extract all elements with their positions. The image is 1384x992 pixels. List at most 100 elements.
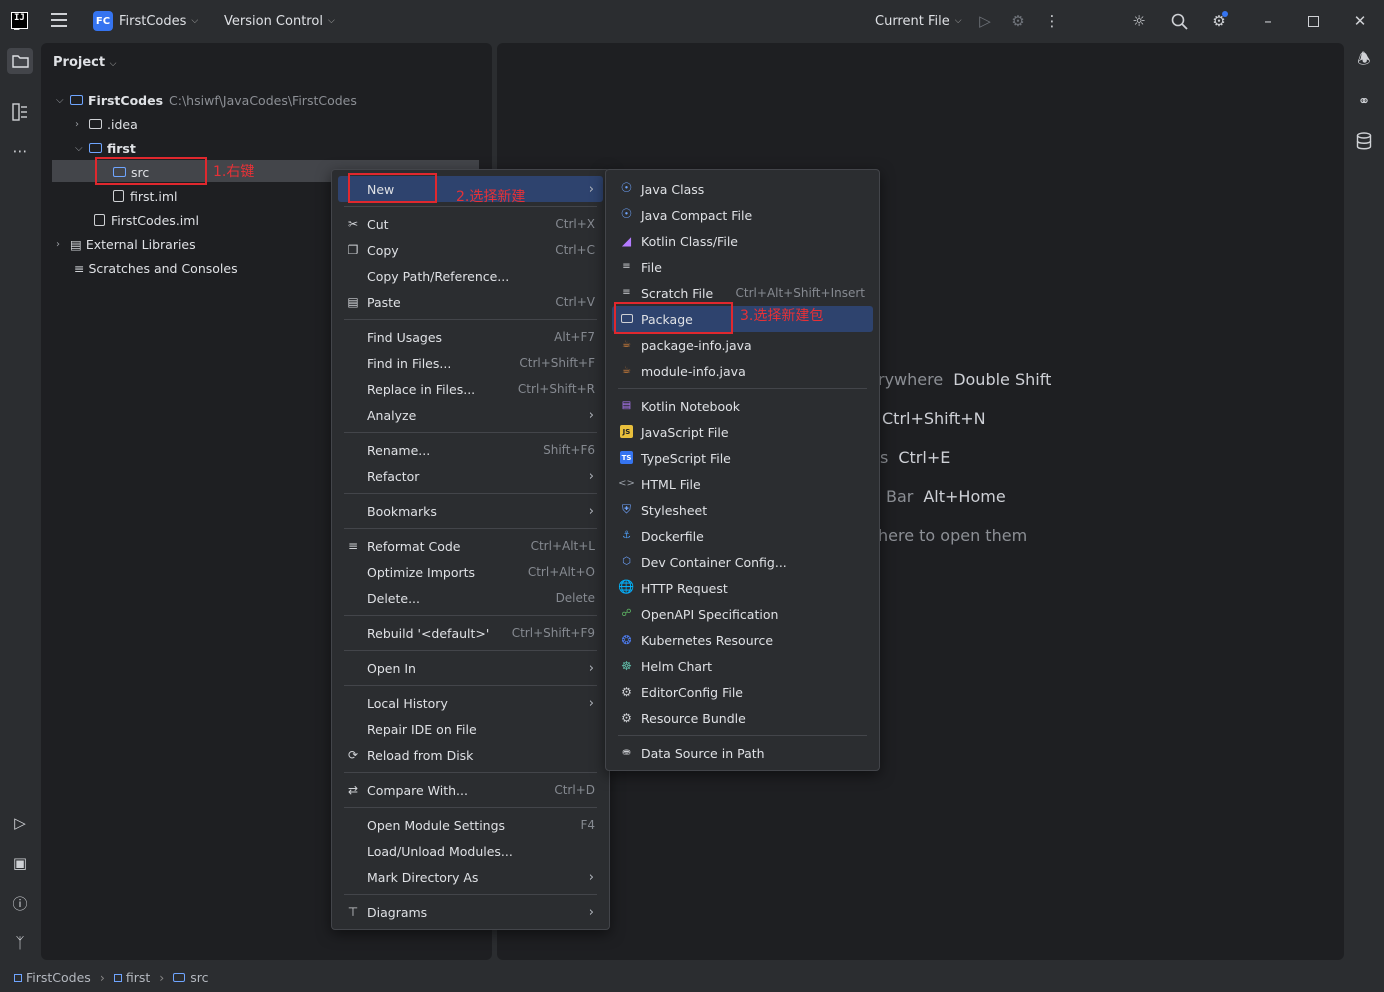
hint-recent-files: s Ctrl+E (880, 448, 951, 467)
structure-tool-icon[interactable] (7, 99, 33, 125)
menu-item-load-unload-modules[interactable]: Load/Unload Modules... (338, 838, 603, 864)
submenu-item-editorconfig[interactable]: ⚙ EditorConfig File (612, 679, 873, 705)
problems-icon[interactable]: ⓘ (7, 890, 33, 916)
maximize-window-icon[interactable] (1303, 11, 1323, 31)
menu-item-optimize-imports[interactable]: Optimize Imports Ctrl+Alt+O (338, 559, 603, 585)
typescript-icon: TS (619, 450, 634, 465)
submenu-item-kotlin-class[interactable]: ◢ Kotlin Class/File (612, 228, 873, 254)
breadcrumb-first[interactable]: first (126, 970, 150, 985)
chevron-right-icon: › (99, 970, 105, 985)
minimize-window-icon[interactable]: – (1258, 11, 1278, 31)
menu-item-refactor[interactable]: Refactor › (338, 463, 603, 489)
submenu-item-dev-container[interactable]: ⬡ Dev Container Config... (612, 549, 873, 575)
chevron-right-icon[interactable]: › (56, 239, 70, 250)
tree-node-firstcodes-iml[interactable]: FirstCodes.iml (94, 209, 199, 231)
intellij-logo-icon[interactable]: IJ _ (11, 12, 28, 31)
tree-label: Scratches and Consoles (88, 260, 238, 276)
chevron-right-icon: › (588, 407, 594, 423)
submenu-item-helm-chart[interactable]: ☸ Helm Chart (612, 653, 873, 679)
submenu-item-package-info[interactable]: ☕ package-info.java (612, 332, 873, 358)
tree-label: first.iml (130, 188, 178, 204)
menu-item-replace-in-files[interactable]: Replace in Files... Ctrl+Shift+R (338, 376, 603, 402)
search-icon[interactable] (1169, 11, 1189, 31)
tree-node-first-iml[interactable]: first.iml (113, 185, 178, 207)
ai-assistant-icon[interactable]: ☼ (1129, 11, 1149, 31)
menu-item-cut[interactable]: ✂ Cut Ctrl+X (338, 211, 603, 237)
chevron-right-icon[interactable]: › (75, 119, 89, 130)
notifications-bell-icon[interactable]: 🕭 (1352, 49, 1376, 73)
breadcrumb-firstcodes[interactable]: FirstCodes (26, 970, 91, 985)
tree-node-scratches[interactable]: ≡ Scratches and Consoles (74, 257, 238, 279)
database-icon[interactable] (1352, 129, 1376, 153)
menu-item-rename[interactable]: Rename... Shift+F6 (338, 437, 603, 463)
menu-item-find-in-files[interactable]: Find in Files... Ctrl+Shift+F (338, 350, 603, 376)
menu-item-mark-directory-as[interactable]: Mark Directory As › (338, 864, 603, 890)
main-menu-icon[interactable] (51, 13, 67, 27)
submenu-item-java-compact-file[interactable]: ☉ Java Compact File (612, 202, 873, 228)
annotation-step1: 1.右键 (213, 164, 255, 180)
context-menu: New › ✂ Cut Ctrl+X ❐ Copy Ctrl+C Copy Path/Re… (331, 169, 610, 930)
submenu-item-stylesheet[interactable]: ⛨ Stylesheet (612, 497, 873, 523)
chevron-down-icon[interactable]: ⌵ (75, 143, 89, 154)
menu-item-paste[interactable]: ▤ Paste Ctrl+V (338, 289, 603, 315)
menu-item-diagrams[interactable]: ⊤ Diagrams › (338, 899, 603, 925)
kotlin-icon: ◢ (621, 233, 632, 248)
tree-node-first[interactable]: ⌵ first (75, 137, 136, 159)
submenu-item-kubernetes[interactable]: ❂ Kubernetes Resource (612, 627, 873, 653)
vcs-widget[interactable]: Version Control ⌵ (224, 0, 335, 42)
submenu-item-openapi[interactable]: ☍ OpenAPI Specification (612, 601, 873, 627)
terminal-icon[interactable]: ▣ (7, 850, 33, 876)
submenu-item-data-source-in-path[interactable]: ⛂ Data Source in Path (612, 740, 873, 766)
chevron-right-icon: › (588, 869, 594, 885)
git-branch-icon[interactable]: ᛉ (7, 930, 33, 956)
tree-node-firstcodes[interactable]: ⌵ FirstCodes C:\hsiwf\JavaCodes\FirstCod… (56, 89, 357, 111)
menu-item-local-history[interactable]: Local History › (338, 690, 603, 716)
tree-node-external-libraries[interactable]: › ▤ External Libraries (56, 233, 196, 255)
menu-item-copy[interactable]: ❐ Copy Ctrl+C (338, 237, 603, 263)
more-actions-icon[interactable]: ⋮ (1042, 11, 1062, 31)
diagram-icon: ⊤ (347, 905, 359, 919)
tree-node-idea[interactable]: › .idea (75, 113, 138, 135)
scratches-icon: ≡ (74, 260, 85, 276)
menu-item-copy-path[interactable]: Copy Path/Reference... (338, 263, 603, 289)
submenu-item-kotlin-notebook[interactable]: ▤ Kotlin Notebook (612, 393, 873, 419)
submenu-item-resource-bundle[interactable]: ⚙ Resource Bundle (612, 705, 873, 731)
helm-icon: ☸ (621, 658, 632, 673)
menu-item-open-in[interactable]: Open In › (338, 655, 603, 681)
menu-item-delete[interactable]: Delete... Delete (338, 585, 603, 611)
more-tools-icon[interactable]: ⋯ (7, 138, 33, 164)
debug-icon[interactable]: ⚙ (1008, 11, 1028, 31)
submenu-item-typescript-file[interactable]: TS TypeScript File (612, 445, 873, 471)
submenu-item-html-file[interactable]: <> HTML File (612, 471, 873, 497)
submenu-item-java-class[interactable]: ☉ Java Class (612, 176, 873, 202)
submenu-item-dockerfile[interactable]: ⚓ Dockerfile (612, 523, 873, 549)
run-icon[interactable]: ▷ (975, 11, 995, 31)
submenu-item-file[interactable]: ≡ File (612, 254, 873, 280)
project-panel-title[interactable]: Project ⌵ (53, 55, 116, 70)
close-window-icon[interactable]: ✕ (1350, 11, 1370, 31)
openapi-icon: ☍ (621, 608, 632, 619)
submenu-item-module-info[interactable]: ☕ module-info.java (612, 358, 873, 384)
menu-item-find-usages[interactable]: Find Usages Alt+F7 (338, 324, 603, 350)
menu-item-reload-from-disk[interactable]: ⟳ Reload from Disk (338, 742, 603, 768)
tree-label: .idea (107, 116, 138, 132)
menu-item-compare-with[interactable]: ⇄ Compare With... Ctrl+D (338, 777, 603, 803)
menu-item-analyze[interactable]: Analyze › (338, 402, 603, 428)
submenu-item-javascript-file[interactable]: JS JavaScript File (612, 419, 873, 445)
project-switcher[interactable]: FC FirstCodes ⌵ (93, 0, 198, 42)
submenu-item-http-request[interactable]: 🌐 HTTP Request (612, 575, 873, 601)
menu-item-bookmarks[interactable]: Bookmarks › (338, 498, 603, 524)
run-config-selector[interactable]: Current File ⌵ (875, 0, 962, 42)
menu-item-repair-ide[interactable]: Repair IDE on File (338, 716, 603, 742)
ai-chat-icon[interactable]: ⚭ (1352, 89, 1376, 113)
services-run-icon[interactable]: ▷ (7, 810, 33, 836)
project-tool-icon[interactable] (7, 48, 33, 74)
breadcrumb-src[interactable]: src (190, 970, 208, 985)
menu-item-reformat-code[interactable]: ≡ Reformat Code Ctrl+Alt+L (338, 533, 603, 559)
resource-bundle-gear-icon: ⚙ (621, 710, 632, 725)
chevron-down-icon[interactable]: ⌵ (56, 95, 70, 106)
tree-label: FirstCodes (88, 92, 164, 108)
menu-item-rebuild[interactable]: Rebuild '<default>' Ctrl+Shift+F9 (338, 620, 603, 646)
menu-item-open-module-settings[interactable]: Open Module Settings F4 (338, 812, 603, 838)
kotlin-notebook-icon: ▤ (621, 400, 632, 411)
